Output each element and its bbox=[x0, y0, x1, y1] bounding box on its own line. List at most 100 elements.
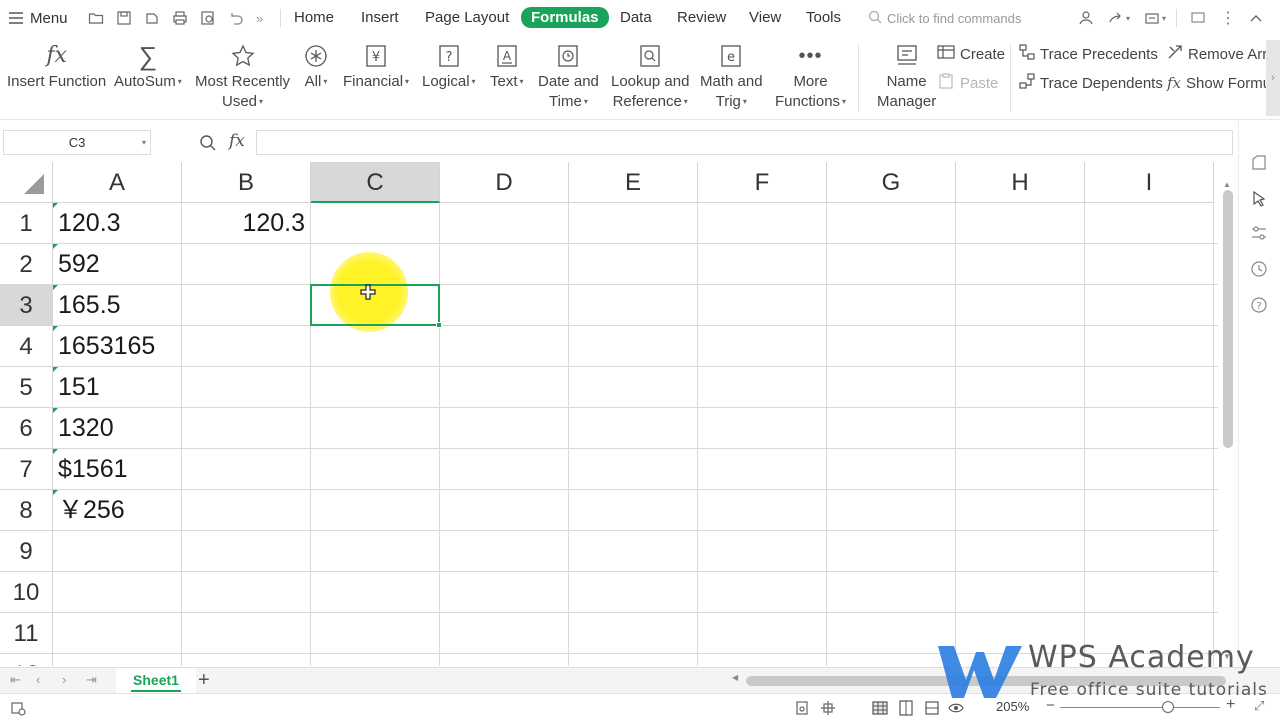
row-header-4[interactable]: 4 bbox=[0, 326, 53, 367]
history-icon[interactable] bbox=[1250, 260, 1268, 278]
fx-icon[interactable]: fx bbox=[229, 131, 245, 151]
row-header-12[interactable]: 12 bbox=[0, 654, 53, 666]
cloud-sync-icon[interactable]: ▾ bbox=[1144, 0, 1166, 36]
row-header-5[interactable]: 5 bbox=[0, 367, 53, 408]
tab-home[interactable]: Home bbox=[294, 8, 334, 28]
sheet-tab-sheet1[interactable]: Sheet1 bbox=[116, 668, 196, 693]
more-options-icon[interactable]: ⋮ bbox=[1220, 0, 1237, 36]
trace-dependents-button[interactable]: Trace Dependents bbox=[1019, 71, 1163, 95]
style-panel-icon[interactable] bbox=[1250, 154, 1268, 172]
cell-a4[interactable]: 1653165 bbox=[53, 326, 193, 367]
menu-button[interactable]: Menu bbox=[8, 0, 68, 36]
tab-formulas[interactable]: Formulas bbox=[521, 7, 609, 28]
cell-a8[interactable]: ￥256 bbox=[53, 490, 181, 531]
page-layout-view-icon[interactable] bbox=[898, 700, 914, 716]
select-all-corner[interactable] bbox=[0, 162, 53, 203]
ribbon-scroll-right-button[interactable]: › bbox=[1266, 40, 1280, 116]
name-box[interactable]: C3 ▾ bbox=[3, 130, 151, 155]
column-header-b[interactable]: B bbox=[182, 162, 311, 203]
insert-function-button[interactable]: fx Insert Function bbox=[7, 42, 106, 92]
zoom-slider-track[interactable] bbox=[1060, 707, 1220, 708]
tab-insert[interactable]: Insert bbox=[361, 8, 399, 28]
fill-handle[interactable] bbox=[436, 322, 442, 328]
comment-icon[interactable] bbox=[1190, 0, 1206, 36]
settings-sliders-icon[interactable] bbox=[1250, 224, 1268, 242]
trace-precedents-button[interactable]: Trace Precedents bbox=[1019, 42, 1158, 66]
formula-input[interactable] bbox=[256, 130, 1233, 155]
row-header-7[interactable]: 7 bbox=[0, 449, 53, 490]
spreadsheet-grid[interactable]: A B C D E F G H I 1 2 3 4 5 6 7 8 9 10 1… bbox=[0, 162, 1218, 666]
open-file-icon[interactable] bbox=[88, 0, 104, 36]
cell-a2[interactable]: 592 bbox=[53, 244, 181, 285]
logical-button[interactable]: ? Logical ▾ bbox=[422, 42, 476, 92]
all-functions-button[interactable]: All ▾ bbox=[304, 42, 328, 92]
paste-name-button[interactable]: Paste bbox=[937, 71, 998, 95]
first-sheet-icon[interactable]: ⇤ bbox=[10, 672, 21, 688]
macro-record-icon[interactable] bbox=[10, 700, 26, 716]
next-sheet-icon[interactable]: › bbox=[62, 672, 66, 687]
row-header-10[interactable]: 10 bbox=[0, 572, 53, 613]
vertical-scroll-thumb[interactable] bbox=[1223, 190, 1233, 448]
column-header-c[interactable]: C bbox=[311, 162, 440, 203]
most-recently-used-button[interactable]: Most Recently Used ▾ bbox=[195, 42, 290, 112]
column-header-e[interactable]: E bbox=[569, 162, 698, 203]
collapse-ribbon-icon[interactable] bbox=[1248, 0, 1264, 36]
create-name-button[interactable]: Create bbox=[937, 42, 1005, 66]
name-manager-button[interactable]: Name Manager bbox=[877, 42, 936, 112]
cell-a6[interactable]: 1320 bbox=[53, 408, 181, 449]
financial-button[interactable]: ¥ Financial ▾ bbox=[343, 42, 409, 92]
share-icon[interactable]: ▾ bbox=[1108, 0, 1130, 36]
print-icon[interactable] bbox=[172, 0, 188, 36]
user-icon[interactable] bbox=[1078, 0, 1094, 36]
export-icon[interactable] bbox=[144, 0, 160, 36]
normal-view-icon[interactable] bbox=[872, 700, 888, 716]
column-header-a[interactable]: A bbox=[53, 162, 182, 203]
column-header-d[interactable]: D bbox=[440, 162, 569, 203]
remove-arrows-button[interactable]: Remove Arr bbox=[1167, 42, 1267, 66]
tab-review[interactable]: Review bbox=[677, 8, 726, 28]
row-header-8[interactable]: 8 bbox=[0, 490, 53, 531]
save-icon[interactable] bbox=[116, 0, 132, 36]
column-header-f[interactable]: F bbox=[698, 162, 827, 203]
command-search[interactable]: Click to find commands bbox=[868, 8, 1021, 28]
cell-a1[interactable]: 120.3 bbox=[53, 203, 181, 244]
row-header-3[interactable]: 3 bbox=[0, 285, 53, 326]
row-header-1[interactable]: 1 bbox=[0, 203, 53, 244]
print-preview-icon[interactable] bbox=[200, 0, 216, 36]
vertical-scrollbar[interactable]: ▲ ▼ bbox=[1219, 162, 1237, 667]
date-time-button[interactable]: Date and Time ▾ bbox=[538, 42, 599, 112]
row-header-6[interactable]: 6 bbox=[0, 408, 53, 449]
cell-b1[interactable]: 120.3 bbox=[182, 203, 310, 244]
cell-a3[interactable]: 165.5 bbox=[53, 285, 181, 326]
row-header-11[interactable]: 11 bbox=[0, 613, 53, 654]
lookup-reference-button[interactable]: Lookup and Reference ▾ bbox=[611, 42, 689, 112]
zoom-slider-knob[interactable] bbox=[1162, 701, 1174, 713]
cell-a7[interactable]: $1561 bbox=[53, 449, 181, 490]
column-header-g[interactable]: G bbox=[827, 162, 956, 203]
tab-data[interactable]: Data bbox=[620, 8, 652, 28]
show-formulas-button[interactable]: fx Show Formu bbox=[1167, 71, 1271, 95]
more-quick-access-icon[interactable]: » bbox=[256, 0, 263, 36]
prev-sheet-icon[interactable]: ‹ bbox=[36, 672, 40, 687]
scroll-left-icon[interactable]: ◀ bbox=[732, 673, 738, 682]
scroll-up-icon[interactable]: ▲ bbox=[1223, 180, 1231, 189]
select-cursor-icon[interactable] bbox=[1250, 190, 1268, 208]
help-icon[interactable]: ? bbox=[1250, 296, 1268, 314]
tab-tools[interactable]: Tools bbox=[806, 8, 841, 28]
row-header-9[interactable]: 9 bbox=[0, 531, 53, 572]
zoom-magnifier-icon[interactable] bbox=[199, 134, 217, 157]
add-sheet-button[interactable]: + bbox=[198, 669, 210, 691]
column-header-i[interactable]: I bbox=[1085, 162, 1214, 203]
tab-page-layout[interactable]: Page Layout bbox=[425, 8, 509, 28]
autosum-button[interactable]: ∑ AutoSum ▾ bbox=[114, 42, 182, 92]
row-header-2[interactable]: 2 bbox=[0, 244, 53, 285]
cell-a5[interactable]: 151 bbox=[53, 367, 181, 408]
freeze-panes-icon[interactable] bbox=[820, 700, 836, 716]
last-sheet-icon[interactable]: ⇥ bbox=[86, 672, 97, 688]
text-functions-button[interactable]: A Text ▾ bbox=[490, 42, 524, 92]
tab-view[interactable]: View bbox=[749, 8, 781, 28]
column-header-h[interactable]: H bbox=[956, 162, 1085, 203]
more-functions-button[interactable]: ••• More Functions ▾ bbox=[775, 42, 846, 112]
protect-icon[interactable] bbox=[794, 700, 810, 716]
math-trig-button[interactable]: e Math and Trig ▾ bbox=[700, 42, 763, 112]
